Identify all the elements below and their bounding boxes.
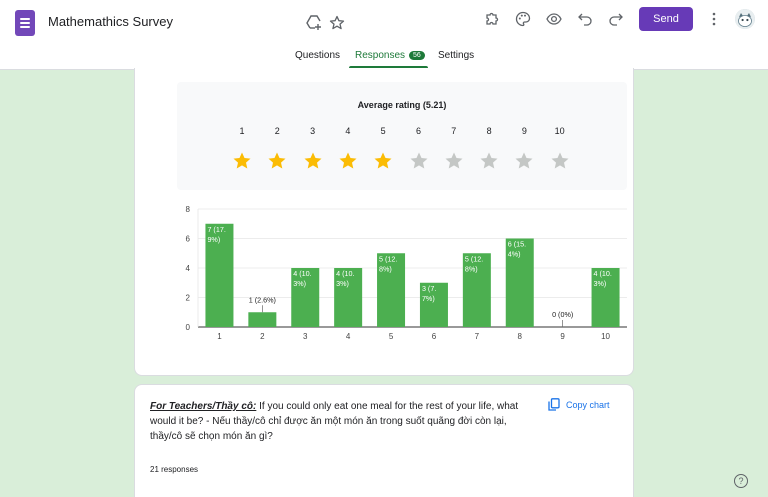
rating-scale-6: 6 xyxy=(415,126,421,136)
x-tick-label: 1 xyxy=(217,332,222,341)
bar-data-label: 4 (10. xyxy=(293,269,311,278)
rating-scale-9: 9 xyxy=(521,126,527,136)
rating-scale-3: 3 xyxy=(310,126,316,136)
tab-questions[interactable]: Questions xyxy=(295,50,340,61)
tab-responses[interactable]: Responses 56 xyxy=(355,50,425,61)
y-tick-label: 0 xyxy=(186,323,191,332)
copy-chart-button[interactable]: Copy chart xyxy=(548,398,610,411)
question-prefix: For Teachers/Thầy cô: xyxy=(150,401,257,412)
rating-scale-4: 4 xyxy=(345,126,351,136)
bar-data-label: 3%) xyxy=(336,279,349,288)
average-rating-title: Average rating (5.21) xyxy=(357,100,447,110)
bar-data-label: 3%) xyxy=(594,279,607,288)
bar-data-label: 5 (12. xyxy=(465,254,483,263)
x-tick-label: 2 xyxy=(260,332,265,341)
tab-bar: Questions Responses 56 Settings xyxy=(0,46,768,70)
empty-star-icon xyxy=(515,152,533,169)
bar-data-label: 9%) xyxy=(207,235,220,244)
copy-chart-label: Copy chart xyxy=(566,399,610,410)
empty-star-icon xyxy=(480,152,498,169)
empty-star-icon xyxy=(445,152,463,169)
bar-data-label: 8%) xyxy=(379,264,392,273)
x-tick-label: 9 xyxy=(560,332,565,341)
bar-data-label: 0 (0%) xyxy=(552,310,573,319)
bar-data-label: 7%) xyxy=(422,294,435,303)
add-to-drive-icon[interactable] xyxy=(302,11,326,35)
filled-star-icon xyxy=(339,152,357,169)
bar-data-label: 5 (12. xyxy=(379,254,397,263)
filled-star-icon xyxy=(304,152,322,169)
preview-eye-icon[interactable] xyxy=(542,7,566,31)
x-tick-label: 10 xyxy=(601,332,610,341)
x-tick-label: 5 xyxy=(389,332,394,341)
undo-icon[interactable] xyxy=(573,7,597,31)
forms-logo-icon[interactable] xyxy=(15,10,35,36)
rating-scale-7: 7 xyxy=(451,126,457,136)
x-tick-label: 4 xyxy=(346,332,351,341)
bar xyxy=(248,312,277,327)
palette-icon[interactable] xyxy=(511,7,535,31)
tab-settings[interactable]: Settings xyxy=(438,50,474,61)
bar-data-label: 6 (15. xyxy=(508,240,526,249)
filled-star-icon xyxy=(233,152,251,169)
rating-scale-1: 1 xyxy=(239,126,245,136)
star-icon[interactable] xyxy=(325,11,349,35)
bar-data-label: 4%) xyxy=(508,250,521,259)
rating-scale-5: 5 xyxy=(380,126,386,136)
rating-scale-10: 10 xyxy=(554,126,565,136)
x-tick-label: 3 xyxy=(303,332,308,341)
bar-data-label: 1 (2.6%) xyxy=(249,295,276,304)
send-button[interactable]: Send xyxy=(639,7,693,31)
copy-icon xyxy=(548,398,560,411)
rating-scale-2: 2 xyxy=(274,126,280,136)
avatar[interactable] xyxy=(735,9,755,29)
x-tick-label: 7 xyxy=(475,332,480,341)
top-bar: Mathemathics Survey Send Questions Respo… xyxy=(0,0,768,70)
filled-star-icon xyxy=(268,152,286,169)
filled-star-icon xyxy=(374,152,392,169)
x-tick-label: 6 xyxy=(432,332,437,341)
y-tick-label: 2 xyxy=(186,294,191,303)
y-tick-label: 6 xyxy=(186,235,191,244)
form-title[interactable]: Mathemathics Survey xyxy=(48,14,173,29)
help-icon[interactable]: ? xyxy=(734,474,748,488)
addon-puzzle-icon[interactable] xyxy=(480,7,504,31)
responses-count: 21 responses xyxy=(150,465,199,474)
rating-question-card: Average rating (5.21) 1 2 3 4 5 6 7 8 9 10 0 2 4 6 8 1… xyxy=(134,68,634,376)
empty-star-icon xyxy=(410,152,427,169)
rating-scale-8: 8 xyxy=(486,126,492,136)
rating-summary: Average rating (5.21) 1 2 3 4 5 6 7 8 9 10 xyxy=(177,82,627,190)
bar-data-label: 4 (10. xyxy=(594,269,612,278)
y-tick-label: 4 xyxy=(186,264,191,273)
question-text: For Teachers/Thầy cô: If you could only … xyxy=(150,399,540,444)
responses-count-badge: 56 xyxy=(409,51,425,60)
bar-data-label: 4 (10. xyxy=(336,269,354,278)
text-question-card: For Teachers/Thầy cô: If you could only … xyxy=(134,384,634,497)
y-tick-label: 8 xyxy=(186,205,191,214)
redo-icon[interactable] xyxy=(604,7,628,31)
empty-star-icon xyxy=(551,152,569,169)
bar-data-label: 7 (17. xyxy=(207,225,225,234)
bar-data-label: 8%) xyxy=(465,264,478,273)
bar-data-label: 3%) xyxy=(293,279,306,288)
tab-responses-label: Responses xyxy=(355,50,406,61)
bar-data-label: 3 (7. xyxy=(422,284,436,293)
more-vert-icon[interactable] xyxy=(702,7,726,31)
x-tick-label: 8 xyxy=(518,332,523,341)
rating-bar-chart: 0246817 (17.9%)21 (2.6%)34 (10.3%)44 (10… xyxy=(186,205,627,341)
